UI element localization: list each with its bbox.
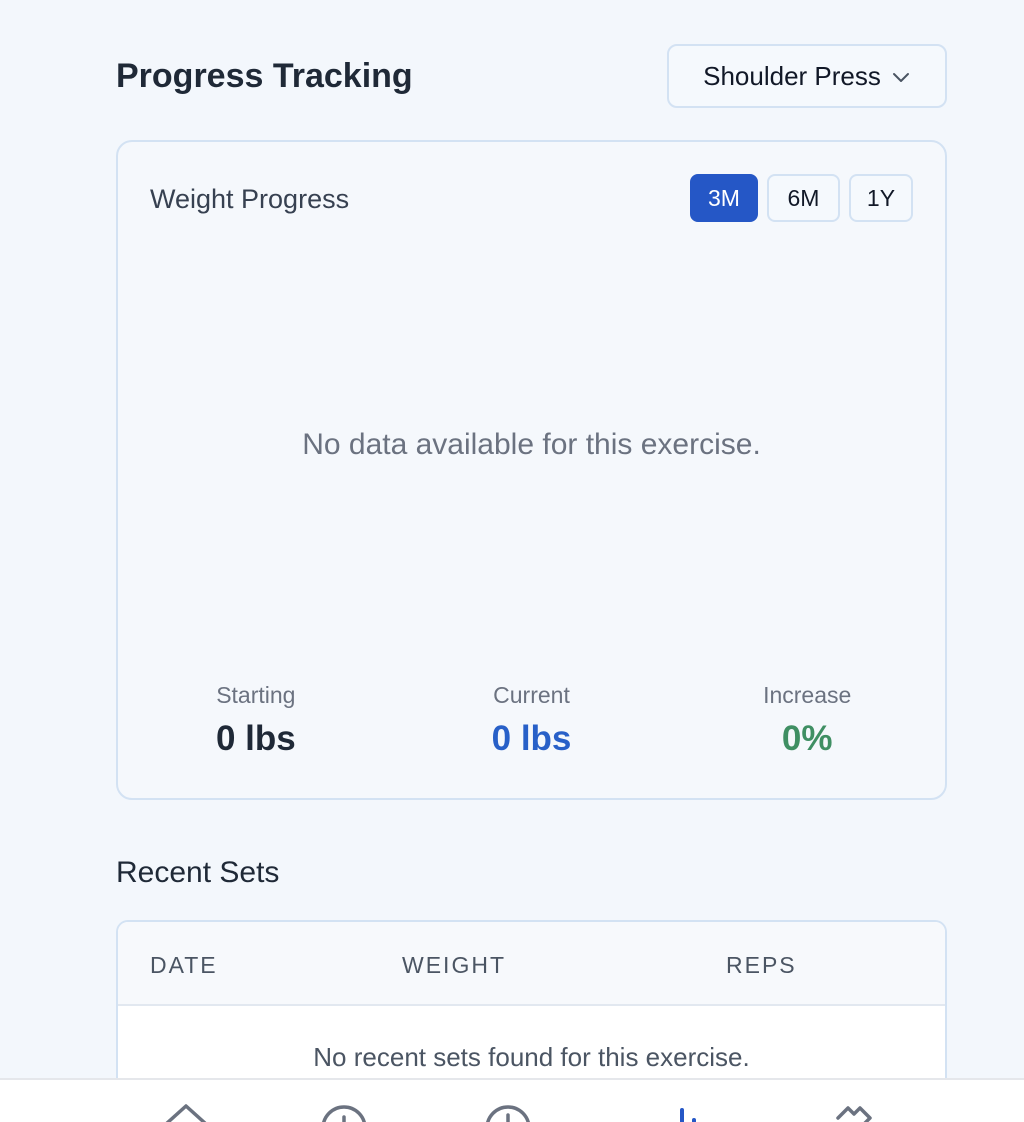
stat-increase: Increase 0% (669, 682, 945, 759)
stat-increase-value: 0% (781, 719, 833, 758)
column-date: DATE (150, 952, 218, 978)
table-empty-message: No recent sets found for this exercise. (313, 1042, 750, 1072)
exercise-select[interactable]: Shoulder Press (667, 44, 947, 108)
range-1y-button[interactable]: 1Y (849, 174, 913, 222)
nav-progress[interactable] (652, 1096, 712, 1122)
tools-icon (836, 1106, 872, 1122)
range-3m-button[interactable]: 3M (690, 174, 758, 222)
weight-progress-card: Weight Progress 3M 6M 1Y No data availab… (116, 140, 947, 800)
range-selector: 3M 6M 1Y (690, 174, 913, 222)
stat-current-label: Current (493, 682, 570, 708)
stat-current: Current 0 lbs (394, 682, 670, 759)
history-icon (486, 1105, 530, 1122)
chevron-down-icon (892, 73, 909, 82)
chart-empty-message: No data available for this exercise. (302, 428, 761, 461)
stats-row: Starting 0 lbs Current 0 lbs Increase 0% (118, 682, 945, 759)
page-header: Progress Tracking Shoulder Press (116, 44, 947, 108)
stat-starting-label: Starting (216, 682, 296, 708)
exercise-select-value: Shoulder Press (703, 60, 881, 91)
nav-history[interactable] (478, 1096, 538, 1122)
chart-icon (680, 1108, 696, 1122)
stat-starting: Starting 0 lbs (118, 682, 394, 759)
stat-starting-value: 0 lbs (215, 719, 296, 758)
progress-page: Progress Tracking Shoulder Press Weight … (0, 0, 1024, 1122)
home-icon (165, 1104, 207, 1122)
bottom-nav (0, 1078, 1024, 1122)
column-weight: WEIGHT (402, 952, 506, 978)
stat-current-value: 0 lbs (491, 719, 572, 758)
range-6m-button[interactable]: 6M (767, 174, 840, 222)
add-icon (322, 1105, 366, 1122)
nav-add[interactable] (314, 1096, 374, 1122)
page-title: Progress Tracking (116, 56, 413, 95)
table-header: DATE WEIGHT REPS (118, 922, 945, 1006)
stat-increase-label: Increase (763, 682, 852, 708)
nav-tools[interactable] (824, 1096, 884, 1122)
recent-sets-title: Recent Sets (116, 856, 280, 889)
column-reps: REPS (726, 952, 797, 978)
card-title: Weight Progress (150, 184, 350, 214)
nav-home[interactable] (156, 1096, 216, 1122)
